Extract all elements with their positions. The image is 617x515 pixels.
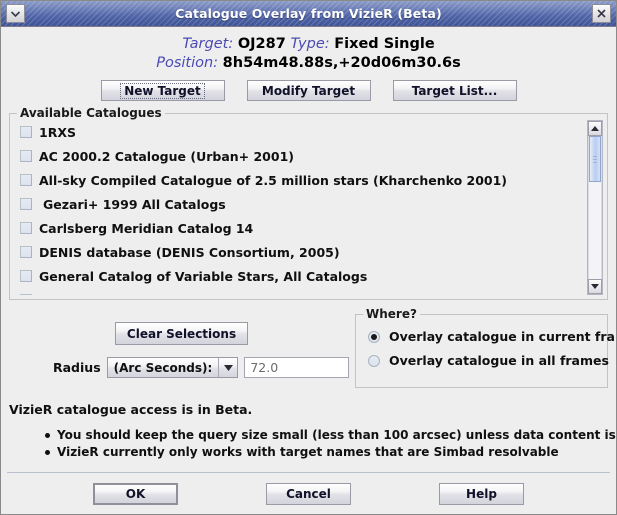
catalogue-checkbox-icon[interactable] xyxy=(20,246,32,258)
window-title: Catalogue Overlay from VizieR (Beta) xyxy=(175,6,442,21)
help-button[interactable]: Help xyxy=(439,482,524,505)
catalogue-list-wrapper: 1RXS AC 2000.2 Catalogue (Urban+ 2001) All… xyxy=(14,120,603,295)
position-label: Position: xyxy=(156,55,219,71)
new-target-button[interactable]: New Target xyxy=(100,80,225,101)
catalogue-list-item[interactable]: 1RXS xyxy=(14,120,587,144)
beta-note-bullet: You should keep the query size small (le… xyxy=(45,427,616,444)
catalogue-list-item-partial[interactable] xyxy=(14,288,587,295)
radio-current-frame-icon[interactable] xyxy=(368,330,380,343)
catalogue-checkbox-icon[interactable] xyxy=(20,198,32,210)
catalogue-checkbox-icon[interactable] xyxy=(20,222,32,234)
dialog-footer: OK Cancel Help xyxy=(7,472,610,514)
catalogue-list-item[interactable]: All-sky Compiled Catalogue of 2.5 millio… xyxy=(14,168,587,192)
target-value: OJ287 xyxy=(237,36,286,52)
ok-button-label: OK xyxy=(125,486,146,501)
scroll-up-button[interactable] xyxy=(588,121,602,136)
bullet-dot-icon xyxy=(45,450,50,455)
chevron-down-icon xyxy=(223,364,233,371)
radius-value-input[interactable]: 72.0 xyxy=(244,357,349,378)
catalogue-item-label: 1RXS xyxy=(39,124,76,140)
chevron-down-icon xyxy=(11,10,20,17)
catalogue-list-item[interactable]: Carlsberg Meridian Catalog 14 xyxy=(14,216,587,240)
where-group-title: Where? xyxy=(363,307,420,321)
catalogue-list-item[interactable]: General Catalog of Variable Stars, All C… xyxy=(14,264,587,288)
close-button[interactable] xyxy=(592,4,611,23)
beta-notes-bullets: You should keep the query size small (le… xyxy=(45,427,616,461)
catalogue-item-label: General Catalog of Variable Stars, All C… xyxy=(39,268,368,284)
window-menu-button[interactable] xyxy=(6,4,25,23)
scroll-down-arrow-icon xyxy=(591,284,599,289)
beta-notes-heading: VizieR catalogue access is in Beta. xyxy=(9,402,253,417)
help-button-label: Help xyxy=(466,486,497,501)
scrollbar-track[interactable] xyxy=(588,136,602,279)
target-button-row: New Target Modify Target Target List... xyxy=(1,80,616,101)
radius-label: Radius xyxy=(53,360,101,375)
modify-target-button-label: Modify Target xyxy=(261,83,356,98)
radius-unit-dropdown-arrow[interactable] xyxy=(218,358,237,377)
ok-button[interactable]: OK xyxy=(93,482,178,505)
available-catalogues-group: Available Catalogues 1RXS AC 2000.2 Catal… xyxy=(9,106,608,300)
catalogue-checkbox-icon[interactable] xyxy=(20,150,32,162)
radius-value-text: 72.0 xyxy=(250,360,279,375)
catalogue-list-item[interactable]: DENIS database (DENIS Consortium, 2005) xyxy=(14,240,587,264)
target-list-button-label: Target List... xyxy=(411,83,498,98)
title-bar: Catalogue Overlay from VizieR (Beta) xyxy=(1,1,616,27)
target-list-button[interactable]: Target List... xyxy=(392,80,517,101)
beta-note-bullet-text: You should keep the query size small (le… xyxy=(57,428,617,442)
where-option-all-frames-label: Overlay catalogue in all frames xyxy=(389,353,609,368)
catalogue-list-scrollbar[interactable] xyxy=(587,120,603,295)
available-catalogues-title: Available Catalogues xyxy=(17,106,165,120)
type-label: Type: xyxy=(290,36,330,52)
type-value: Fixed Single xyxy=(334,36,435,52)
beta-note-bullet: VizieR currently only works with target … xyxy=(45,444,616,461)
scrollbar-thumb-grip xyxy=(593,156,597,163)
catalogue-checkbox-icon[interactable] xyxy=(20,126,32,138)
beta-notes: VizieR catalogue access is in Beta. You … xyxy=(9,402,616,461)
catalogue-item-label: DENIS database (DENIS Consortium, 2005) xyxy=(39,244,340,260)
radius-row: Radius (Arc Seconds): 72.0 xyxy=(53,357,349,378)
left-controls: Clear Selections Radius (Arc Seconds): 7… xyxy=(9,314,349,378)
cancel-button[interactable]: Cancel xyxy=(266,482,351,505)
clear-selections-label: Clear Selections xyxy=(126,326,237,341)
catalogue-list-item[interactable]: Gezari+ 1999 All Catalogs xyxy=(14,192,587,216)
where-option-current-frame[interactable]: Overlay catalogue in current frame xyxy=(368,329,616,344)
radio-all-frames-icon[interactable] xyxy=(368,354,380,367)
target-type-line: Target: OJ287 Type: Fixed Single xyxy=(1,35,616,54)
catalogue-list[interactable]: 1RXS AC 2000.2 Catalogue (Urban+ 2001) All… xyxy=(14,120,587,295)
position-line: Position: 8h54m48.88s,+20d06m30.6s xyxy=(1,54,616,73)
catalogue-overlay-dialog: Catalogue Overlay from VizieR (Beta) Tar… xyxy=(0,0,617,515)
radius-unit-select[interactable]: (Arc Seconds): xyxy=(106,357,239,378)
dialog-content: Target: OJ287 Type: Fixed Single Positio… xyxy=(1,27,616,514)
catalogue-item-label: Gezari+ 1999 All Catalogs xyxy=(43,196,226,212)
catalogue-list-item[interactable]: AC 2000.2 Catalogue (Urban+ 2001) xyxy=(14,144,587,168)
catalogue-checkbox-icon[interactable] xyxy=(20,270,32,282)
position-value: 8h54m48.88s,+20d06m30.6s xyxy=(222,55,461,71)
catalogue-item-label: AC 2000.2 Catalogue (Urban+ 2001) xyxy=(39,148,294,164)
scrollbar-thumb[interactable] xyxy=(589,136,601,182)
beta-note-bullet-text: VizieR currently only works with target … xyxy=(57,445,559,459)
target-label: Target: xyxy=(182,36,234,52)
new-target-button-label: New Target xyxy=(120,82,205,99)
clear-selections-button[interactable]: Clear Selections xyxy=(115,322,248,345)
catalogue-checkbox-icon[interactable] xyxy=(20,294,32,295)
target-summary: Target: OJ287 Type: Fixed Single Positio… xyxy=(1,27,616,73)
bullet-dot-icon xyxy=(45,433,50,438)
cancel-button-label: Cancel xyxy=(286,486,331,501)
where-option-all-frames[interactable]: Overlay catalogue in all frames xyxy=(368,353,609,368)
scroll-up-arrow-icon xyxy=(591,126,599,131)
modify-target-button[interactable]: Modify Target xyxy=(246,80,371,101)
catalogue-item-label: Carlsberg Meridian Catalog 14 xyxy=(39,220,254,236)
scroll-down-button[interactable] xyxy=(588,279,602,294)
close-icon xyxy=(597,9,606,18)
radius-unit-value: (Arc Seconds): xyxy=(113,360,213,375)
middle-controls-row: Clear Selections Radius (Arc Seconds): 7… xyxy=(9,307,616,394)
catalogue-item-label: All-sky Compiled Catalogue of 2.5 millio… xyxy=(39,172,508,188)
catalogue-checkbox-icon[interactable] xyxy=(20,174,32,186)
where-group: Where? Overlay catalogue in current fram… xyxy=(355,307,616,388)
where-option-current-frame-label: Overlay catalogue in current frame xyxy=(389,329,617,344)
